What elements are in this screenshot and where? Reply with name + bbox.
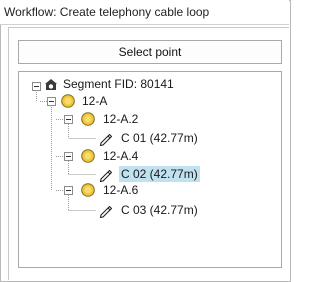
cable-icon [99, 133, 113, 146]
select-point-button[interactable]: Select point [18, 40, 282, 64]
segment-icon [45, 79, 57, 90]
cable-icon [99, 205, 113, 218]
window-title-bar: Workflow: Create telephony cable loop [0, 0, 289, 25]
node-12a-collapse-toggle[interactable] [47, 97, 56, 106]
tree-item-c03-label[interactable]: C 03 (42.77m) [121, 202, 198, 218]
cable-icon [99, 169, 113, 182]
node-icon [81, 112, 95, 126]
node-12a4-collapse-toggle[interactable] [64, 152, 73, 161]
root-collapse-toggle[interactable] [32, 82, 41, 91]
node-12a2-collapse-toggle[interactable] [64, 115, 73, 124]
tree-item-12a4-label[interactable]: 12-A.4 [103, 148, 138, 164]
tree-item-c01-label[interactable]: C 01 (42.77m) [121, 130, 198, 146]
tree-item-12a2-label[interactable]: 12-A.2 [103, 111, 138, 127]
node-icon [81, 149, 95, 163]
window-title: Workflow: Create telephony cable loop [4, 5, 210, 19]
tree-item-segment-label[interactable]: Segment FID: 80141 [63, 76, 174, 92]
tree-item-c02-label[interactable]: C 02 (42.77m) [119, 166, 200, 182]
node-12a6-collapse-toggle[interactable] [64, 186, 73, 195]
node-icon [81, 183, 95, 197]
node-icon [61, 94, 75, 108]
tree-item-12a6-label[interactable]: 12-A.6 [103, 182, 138, 198]
tree-item-12a-label[interactable]: 12-A [82, 93, 107, 109]
